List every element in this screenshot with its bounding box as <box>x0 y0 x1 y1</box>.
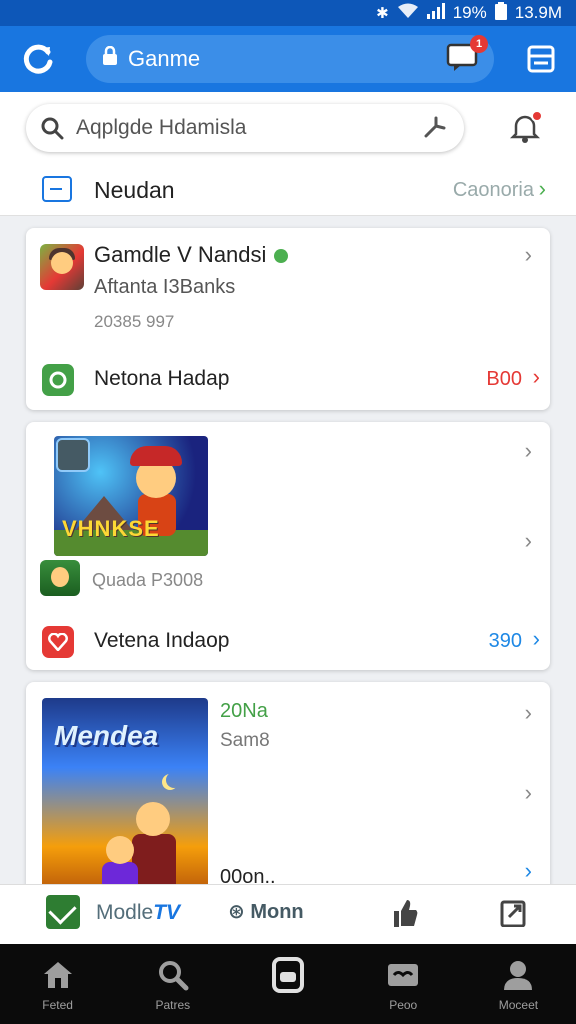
toolbar-item-mode[interactable]: ModleTV <box>96 901 180 925</box>
chevron-right-icon[interactable]: › <box>525 858 532 884</box>
check-icon[interactable] <box>46 895 80 929</box>
heart-icon <box>42 626 74 658</box>
nav-item-home[interactable]: Feted <box>0 944 115 1024</box>
notifications-button[interactable] <box>509 110 543 146</box>
footer-label: Netona Hadap <box>94 367 230 390</box>
notification-dot <box>531 110 543 122</box>
toolbar-item-mode-label: Modle <box>96 901 154 924</box>
card-footer-row[interactable]: Vetena Indaop 390 › <box>42 624 542 660</box>
message-icon <box>42 364 74 396</box>
poster-title: Mendea <box>54 720 159 751</box>
glasses-icon <box>385 958 421 992</box>
search-input[interactable]: Aqplgde Hdamisla <box>26 104 464 152</box>
battery-icon <box>494 2 507 24</box>
search-icon <box>41 117 64 140</box>
card-meta: 20385 997 <box>94 312 175 331</box>
home-icon <box>40 958 76 992</box>
footer-label: Vetena Indaop <box>94 629 230 652</box>
voice-icon[interactable] <box>422 116 446 146</box>
card-tag: 20Na <box>220 700 268 722</box>
action-toolbar: ModleTV ⊛ Monn <box>0 884 576 944</box>
chevron-right-icon[interactable]: › <box>525 528 532 554</box>
footer-value: B00 <box>486 368 522 390</box>
card-meta: Quada P3008 <box>92 570 204 590</box>
chat-button[interactable]: 1 <box>446 35 488 75</box>
game-card[interactable]: VHNKSE › › Quada P3008 Vetena Indaop 390… <box>26 422 550 670</box>
nav-item-search[interactable]: Patres <box>115 944 230 1024</box>
nav-label: Moceet <box>498 998 539 1012</box>
nav-item-tabs[interactable] <box>230 944 345 1024</box>
card-footer-row[interactable]: Netona Hadap B00 › <box>42 362 542 398</box>
signal-icon <box>426 3 445 23</box>
wifi-icon <box>397 3 419 23</box>
chevron-right-icon: › <box>538 176 546 201</box>
footer-value: 390 <box>488 630 522 652</box>
status-bar: ✱ 19% 13.9M <box>0 0 576 26</box>
verified-icon <box>274 249 289 264</box>
section-label: Neudan <box>94 177 175 203</box>
chevron-right-icon: › <box>532 626 540 651</box>
chevron-right-icon[interactable]: › <box>525 438 532 464</box>
avatar <box>40 560 80 596</box>
nav-item-glasses[interactable]: Peoo <box>346 944 461 1024</box>
lock-icon <box>102 45 118 72</box>
search-placeholder: Aqplgde Hdamisla <box>76 116 247 139</box>
game-poster[interactable]: Mendea <box>42 698 208 896</box>
bottom-nav: Feted Patres Peoo Moceet <box>0 944 576 1024</box>
address-bar[interactable]: Ganme 1 <box>86 35 494 83</box>
game-thumbnail <box>40 244 84 290</box>
toolbar-item-monn-label: Monn <box>250 901 304 923</box>
section-nav-row[interactable]: Neudan Caonoria › <box>0 164 576 216</box>
toolbar-item-monn[interactable]: ⊛ Monn <box>228 899 304 924</box>
bluetooth-icon: ✱ <box>376 5 389 22</box>
clock: 13.9M <box>514 3 562 22</box>
chevron-right-icon[interactable]: › <box>525 242 532 268</box>
profile-icon <box>500 958 536 992</box>
card-subtitle: Aftanta I3Banks <box>94 276 236 298</box>
nav-label: Peoo <box>389 998 418 1012</box>
chat-badge: 1 <box>470 35 488 53</box>
address-text: Ganme <box>128 46 201 71</box>
game-poster[interactable]: VHNKSE <box>54 436 208 556</box>
nav-label: Feted <box>42 998 73 1012</box>
chevron-right-icon[interactable]: › <box>525 700 532 726</box>
app-bar: Ganme 1 <box>0 26 576 92</box>
thumbs-up-icon[interactable] <box>390 897 420 934</box>
battery-percent: 19% <box>452 3 487 22</box>
nav-item-profile[interactable]: Moceet <box>461 944 576 1024</box>
list-icon <box>527 45 555 73</box>
app-icon <box>56 438 90 472</box>
search-row: Aqplgde Hdamisla <box>0 92 576 164</box>
share-icon[interactable] <box>500 897 528 932</box>
chevron-right-icon: › <box>532 364 540 389</box>
tabs-icon <box>270 957 306 993</box>
search-icon <box>155 958 191 992</box>
chevron-right-icon[interactable]: › <box>525 780 532 806</box>
game-card[interactable]: Mendea 20Na Sam8 00on.. › › › <box>26 682 550 896</box>
tabs-menu-button[interactable] <box>526 44 556 74</box>
card-title-text: Gamdle V Nandsi <box>94 242 267 267</box>
nav-label: Patres <box>155 998 191 1012</box>
card-subtitle: Sam8 <box>220 730 270 751</box>
game-card[interactable]: Gamdle V Nandsi Aftanta I3Banks 20385 99… <box>26 228 550 410</box>
poster-title: VHNKSE <box>62 516 160 541</box>
toolbar-item-mode-suffix: TV <box>153 901 181 924</box>
card-title: Gamdle V Nandsi <box>94 242 289 268</box>
folder-icon <box>42 176 72 202</box>
refresh-logo-icon[interactable] <box>18 39 58 79</box>
category-link[interactable]: Caonoria <box>453 179 534 202</box>
